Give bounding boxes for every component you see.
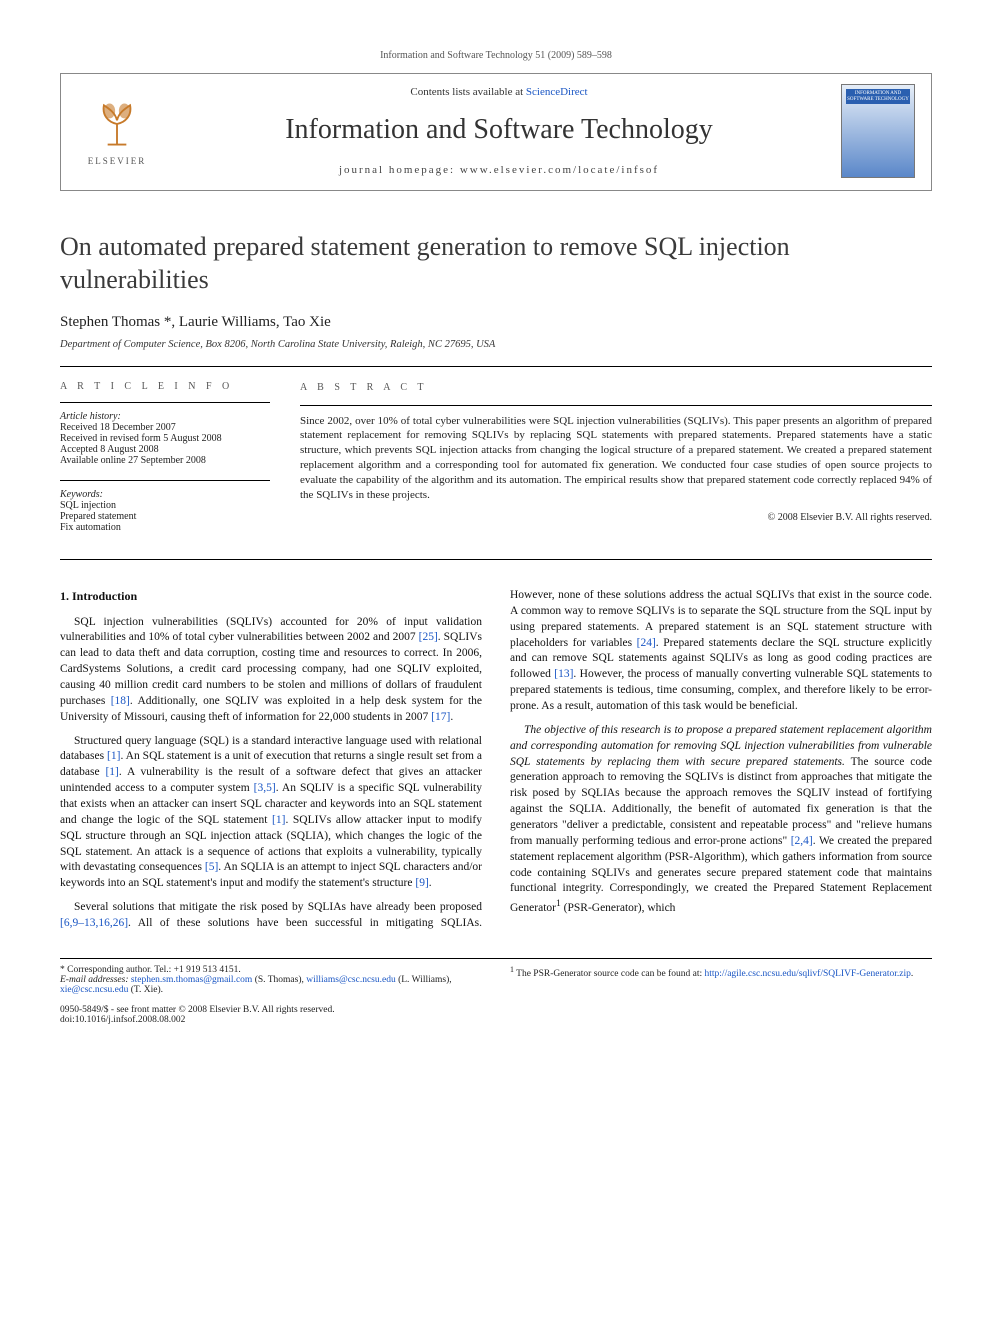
cover-title-text: INFORMATION AND SOFTWARE TECHNOLOGY (846, 89, 910, 104)
ref-link-13[interactable]: [13] (554, 668, 573, 680)
footnotes-row: * Corresponding author. Tel.: +1 919 513… (60, 958, 932, 1025)
doi-line: doi:10.1016/j.infsof.2008.08.002 (60, 1015, 482, 1025)
email-thomas-aff: (S. Thomas), (252, 975, 306, 985)
intro-paragraph-2: Structured query language (SQL) is a sta… (60, 734, 482, 893)
ref-link-9[interactable]: [9] (415, 877, 428, 889)
ref-link-25[interactable]: [25] (419, 631, 438, 643)
homepage-url: www.elsevier.com/locate/infsof (460, 164, 659, 176)
abstract-heading: A B S T R A C T (300, 381, 932, 395)
footnote-1: 1 The PSR-Generator source code can be f… (510, 965, 932, 979)
abstract-sub-rule (300, 405, 932, 406)
footnotes-right: 1 The PSR-Generator source code can be f… (510, 965, 932, 1025)
footnote-1-link[interactable]: http://agile.csc.ncsu.edu/sqlivf/SQLIVF-… (705, 969, 911, 979)
ref-link-24[interactable]: [24] (637, 637, 656, 649)
ref-link-5[interactable]: [5] (205, 861, 218, 873)
p3-text-a: Several solutions that mitigate the risk… (74, 901, 482, 913)
corresponding-author-note: * Corresponding author. Tel.: +1 919 513… (60, 965, 482, 975)
keywords-block: Keywords: SQL injection Prepared stateme… (60, 489, 270, 533)
ref-link-1a[interactable]: [1] (107, 750, 120, 762)
history-online: Available online 27 September 2008 (60, 455, 270, 466)
keyword-2: Prepared statement (60, 511, 270, 522)
intro-paragraph-1: SQL injection vulnerabilities (SQLIVs) a… (60, 615, 482, 726)
info-kw-rule (60, 480, 270, 481)
journal-name: Information and Software Technology (175, 114, 823, 146)
ref-link-1c[interactable]: [1] (272, 814, 285, 826)
section-1-heading: 1. Introduction (60, 588, 482, 605)
homepage-prefix: journal homepage: (339, 164, 460, 176)
authors-line: Stephen Thomas *, Laurie Williams, Tao X… (60, 314, 932, 331)
ref-link-17[interactable]: [17] (431, 711, 450, 723)
front-matter-line: 0950-5849/$ - see front matter © 2008 El… (60, 1005, 482, 1015)
email-williams[interactable]: williams@csc.ncsu.edu (306, 975, 395, 985)
p2-text-g: . (429, 877, 432, 889)
footnote-1-tail: . (911, 969, 913, 979)
footnote-1-text: The PSR-Generator source code can be fou… (514, 969, 705, 979)
article-info-heading: A R T I C L E I N F O (60, 381, 270, 392)
ref-link-2-4[interactable]: [2,4] (791, 835, 813, 847)
p3-text-d: . However, the process of manually conve… (510, 668, 932, 712)
p1-text-d: . (450, 711, 453, 723)
running-head: Information and Software Technology 51 (… (60, 50, 932, 61)
history-block: Article history: Received 18 December 20… (60, 411, 270, 466)
keyword-1: SQL injection (60, 500, 270, 511)
contents-available-line: Contents lists available at ScienceDirec… (175, 86, 823, 98)
p4-text-d: (PSR-Generator), which (561, 902, 676, 914)
history-received: Received 18 December 2007 (60, 422, 270, 433)
ref-link-1b[interactable]: [1] (105, 766, 118, 778)
page-container: Information and Software Technology 51 (… (0, 0, 992, 1065)
keywords-label: Keywords: (60, 489, 270, 500)
info-abstract-row: A R T I C L E I N F O Article history: R… (60, 367, 932, 560)
body-two-columns: 1. Introduction SQL injection vulnerabil… (60, 588, 932, 932)
history-label: Article history: (60, 411, 270, 422)
email-addresses-line: E-mail addresses: stephen.sm.thomas@gmai… (60, 975, 482, 995)
journal-homepage-line: journal homepage: www.elsevier.com/locat… (175, 164, 823, 176)
footnotes-left: * Corresponding author. Tel.: +1 919 513… (60, 965, 482, 1025)
sciencedirect-link[interactable]: ScienceDirect (526, 86, 588, 98)
abstract-column: A B S T R A C T Since 2002, over 10% of … (300, 381, 932, 547)
abstract-text: Since 2002, over 10% of total cyber vuln… (300, 414, 932, 503)
ref-link-multi[interactable]: [6,9–13,16,26] (60, 917, 128, 929)
email-xie-aff: (T. Xie). (128, 985, 163, 995)
ref-link-18[interactable]: [18] (111, 695, 130, 707)
email-label: E-mail addresses: (60, 975, 129, 985)
elsevier-tree-icon (89, 96, 145, 152)
history-revised: Received in revised form 5 August 2008 (60, 433, 270, 444)
history-accepted: Accepted 8 August 2008 (60, 444, 270, 455)
journal-cover-thumbnail: INFORMATION AND SOFTWARE TECHNOLOGY (841, 84, 915, 178)
intro-paragraph-4: The objective of this research is to pro… (510, 723, 932, 917)
email-thomas[interactable]: stephen.sm.thomas@gmail.com (129, 975, 253, 985)
header-center: Contents lists available at ScienceDirec… (175, 86, 823, 176)
keyword-3: Fix automation (60, 522, 270, 533)
publisher-name: ELSEVIER (88, 156, 147, 166)
article-title: On automated prepared statement generati… (60, 231, 932, 296)
abstract-copyright: © 2008 Elsevier B.V. All rights reserved… (300, 511, 932, 525)
ref-link-3-5[interactable]: [3,5] (254, 782, 276, 794)
info-sub-rule (60, 402, 270, 403)
email-xie[interactable]: xie@csc.ncsu.edu (60, 985, 128, 995)
contents-prefix: Contents lists available at (410, 86, 525, 98)
p4-text-b: The source code generation approach to r… (510, 756, 932, 847)
journal-header-box: ELSEVIER Contents lists available at Sci… (60, 73, 932, 191)
email-williams-aff: (L. Williams), (396, 975, 452, 985)
publisher-logo-cell: ELSEVIER (77, 96, 157, 166)
affiliation-line: Department of Computer Science, Box 8206… (60, 339, 932, 350)
article-info-column: A R T I C L E I N F O Article history: R… (60, 381, 270, 547)
